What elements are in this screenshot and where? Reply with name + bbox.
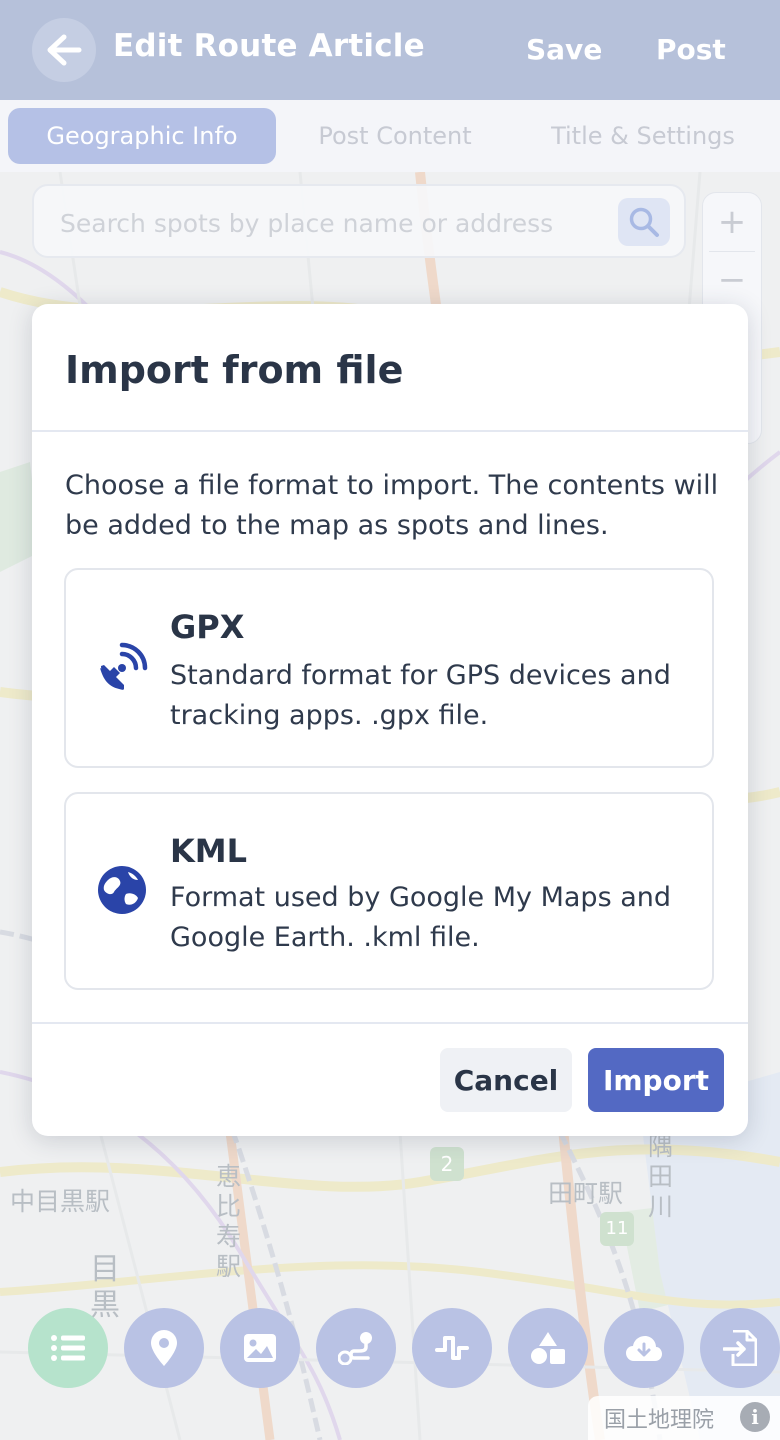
cancel-button[interactable]: Cancel bbox=[440, 1048, 572, 1112]
add-image-button[interactable] bbox=[220, 1308, 300, 1388]
save-button[interactable]: Save bbox=[526, 33, 602, 66]
tab-geographic-info[interactable]: Geographic Info bbox=[8, 108, 276, 164]
list-icon bbox=[51, 1335, 85, 1361]
app-header: Edit Route Article Save Post bbox=[0, 0, 780, 100]
shapes-icon bbox=[531, 1332, 565, 1364]
search-icon bbox=[629, 207, 659, 237]
tab-bar: Geographic Info Post Content Title & Set… bbox=[0, 100, 780, 172]
import-file-dialog: Import from file Choose a file format to… bbox=[32, 304, 748, 1136]
zoom-out-button[interactable]: − bbox=[703, 251, 761, 309]
file-import-icon bbox=[723, 1330, 757, 1366]
page-title: Edit Route Article bbox=[113, 28, 425, 64]
attribution-label: 国土地理院 bbox=[604, 1408, 715, 1433]
map-pin-icon bbox=[151, 1330, 177, 1366]
satellite-dish-icon bbox=[100, 642, 148, 690]
map-label: 隅田川 bbox=[648, 1132, 674, 1221]
map-label: 目黒 bbox=[90, 1252, 120, 1323]
list-button[interactable] bbox=[28, 1308, 108, 1388]
post-button[interactable]: Post bbox=[656, 33, 726, 66]
arrow-left-icon bbox=[47, 34, 82, 66]
back-button[interactable] bbox=[32, 18, 96, 82]
option-title: GPX bbox=[170, 608, 245, 646]
route-shield: 11 bbox=[600, 1212, 634, 1246]
add-route-button[interactable] bbox=[316, 1308, 396, 1388]
import-file-button[interactable] bbox=[700, 1308, 780, 1388]
search-bar bbox=[32, 184, 686, 258]
search-input[interactable] bbox=[58, 202, 602, 244]
import-button[interactable]: Import bbox=[588, 1048, 724, 1112]
add-shape-button[interactable] bbox=[508, 1308, 588, 1388]
option-title: KML bbox=[170, 832, 248, 870]
dialog-description: Choose a file format to import. The cont… bbox=[65, 470, 719, 541]
option-description: Format used by Google My Maps and Google… bbox=[170, 882, 672, 953]
map-label: 恵比寿駅 bbox=[216, 1162, 242, 1281]
globe-icon bbox=[98, 866, 146, 914]
dialog-title: Import from file bbox=[65, 348, 404, 392]
search-button[interactable] bbox=[618, 198, 670, 246]
map-label: 田町駅 bbox=[548, 1179, 624, 1208]
route-icon bbox=[338, 1332, 372, 1365]
tab-post-content[interactable]: Post Content bbox=[290, 108, 500, 164]
info-icon[interactable]: i bbox=[740, 1402, 770, 1432]
cloud-download-icon bbox=[626, 1336, 662, 1361]
cloud-download-button[interactable] bbox=[604, 1308, 684, 1388]
zoom-in-button[interactable]: + bbox=[703, 193, 761, 251]
format-option-gpx[interactable]: GPX Standard format for GPS devices and … bbox=[64, 568, 714, 768]
dialog-footer-divider bbox=[32, 1022, 748, 1024]
elevation-button[interactable] bbox=[412, 1308, 492, 1388]
route-shield: 2 bbox=[430, 1147, 464, 1181]
dialog-divider bbox=[32, 430, 748, 432]
format-option-kml[interactable]: KML Format used by Google My Maps and Go… bbox=[64, 792, 714, 990]
option-description: Standard format for GPS devices and trac… bbox=[170, 660, 671, 731]
map-attribution: 国土地理院 i bbox=[588, 1396, 780, 1440]
tab-title-settings[interactable]: Title & Settings bbox=[530, 108, 756, 164]
map-label: 中目黒駅 bbox=[10, 1187, 111, 1216]
image-icon bbox=[244, 1334, 276, 1362]
add-spot-button[interactable] bbox=[124, 1308, 204, 1388]
elevation-icon bbox=[435, 1336, 469, 1360]
